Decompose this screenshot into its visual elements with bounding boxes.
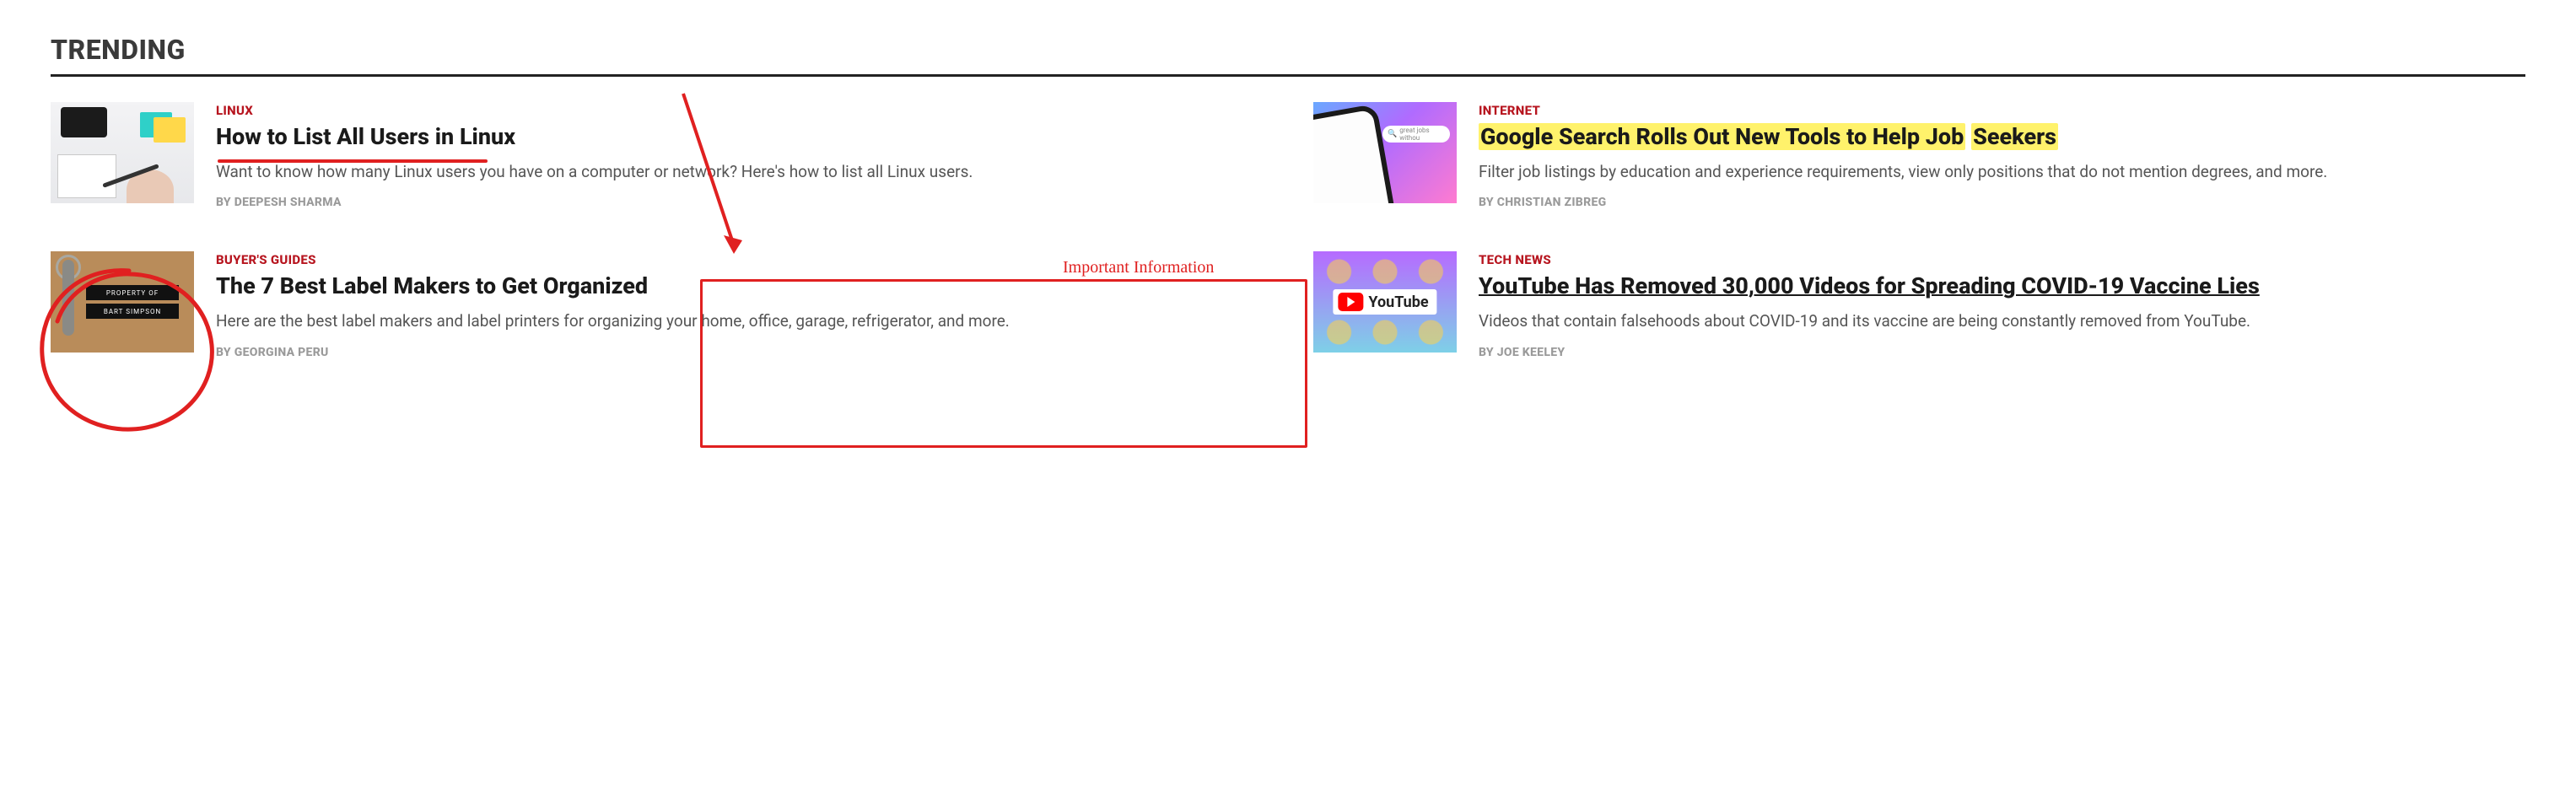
article-byline: BY DEEPESH SHARMA <box>216 196 1263 209</box>
annotation-label: Important Information <box>1063 258 1214 277</box>
by-prefix: BY <box>1479 196 1497 209</box>
author-link[interactable]: DEEPESH SHARMA <box>234 196 342 209</box>
article-byline: BY GEORGINA PERU <box>216 346 1263 359</box>
category-link-buyers-guides[interactable]: BUYER'S GUIDES <box>216 252 316 267</box>
article-card: YouTube TECH NEWS YouTube Has Removed 30… <box>1313 251 2525 358</box>
by-prefix: BY <box>1479 346 1497 359</box>
category-link-linux[interactable]: LINUX <box>216 103 253 118</box>
label-strip: BART SIMPSON <box>86 304 179 319</box>
annotation-highlight: Seekers <box>1971 123 2058 150</box>
play-icon <box>1338 293 1363 311</box>
author-link[interactable]: JOE KEELEY <box>1497 346 1566 359</box>
search-bar-graphic: great jobs withou <box>1382 126 1450 143</box>
article-thumbnail[interactable] <box>51 102 194 203</box>
by-prefix: BY <box>216 346 234 359</box>
article-excerpt: Here are the best label makers and label… <box>216 309 1263 334</box>
author-link[interactable]: CHRISTIAN ZIBREG <box>1497 196 1607 209</box>
article-excerpt: Videos that contain falsehoods about COV… <box>1479 309 2525 334</box>
article-card: LINUX How to List All Users in Linux Wan… <box>51 102 1263 209</box>
category-link-tech-news[interactable]: TECH NEWS <box>1479 252 1551 267</box>
article-byline: BY CHRISTIAN ZIBREG <box>1479 196 2525 209</box>
annotation-highlight: Google Search Rolls Out New Tools to Hel… <box>1479 123 1965 150</box>
label-strip: PROPERTY OF <box>86 285 179 300</box>
article-excerpt: Filter job listings by education and exp… <box>1479 160 2525 185</box>
category-link-internet[interactable]: INTERNET <box>1479 103 1540 118</box>
by-prefix: BY <box>216 196 234 209</box>
annotation-underline <box>218 159 488 163</box>
youtube-logo-text: YouTube <box>1368 293 1428 311</box>
article-byline: BY JOE KEELEY <box>1479 346 2525 359</box>
article-thumbnail[interactable]: PROPERTY OF BART SIMPSON <box>51 251 194 353</box>
article-excerpt: Want to know how many Linux users you ha… <box>216 160 1263 185</box>
article-thumbnail[interactable]: great jobs withou <box>1313 102 1457 203</box>
author-link[interactable]: GEORGINA PERU <box>234 346 329 359</box>
article-thumbnail[interactable]: YouTube <box>1313 251 1457 353</box>
article-title[interactable]: How to List All Users in Linux <box>216 123 1263 152</box>
section-title: TRENDING <box>51 34 2525 66</box>
article-title[interactable]: Google Search Rolls Out New Tools to Hel… <box>1479 123 2525 152</box>
article-title[interactable]: YouTube Has Removed 30,000 Videos for Sp… <box>1479 272 2525 301</box>
youtube-logo-graphic: YouTube <box>1333 289 1436 315</box>
trending-grid: LINUX How to List All Users in Linux Wan… <box>51 102 2525 359</box>
article-card: great jobs withou INTERNET Google Search… <box>1313 102 2525 209</box>
section-divider <box>51 74 2525 77</box>
